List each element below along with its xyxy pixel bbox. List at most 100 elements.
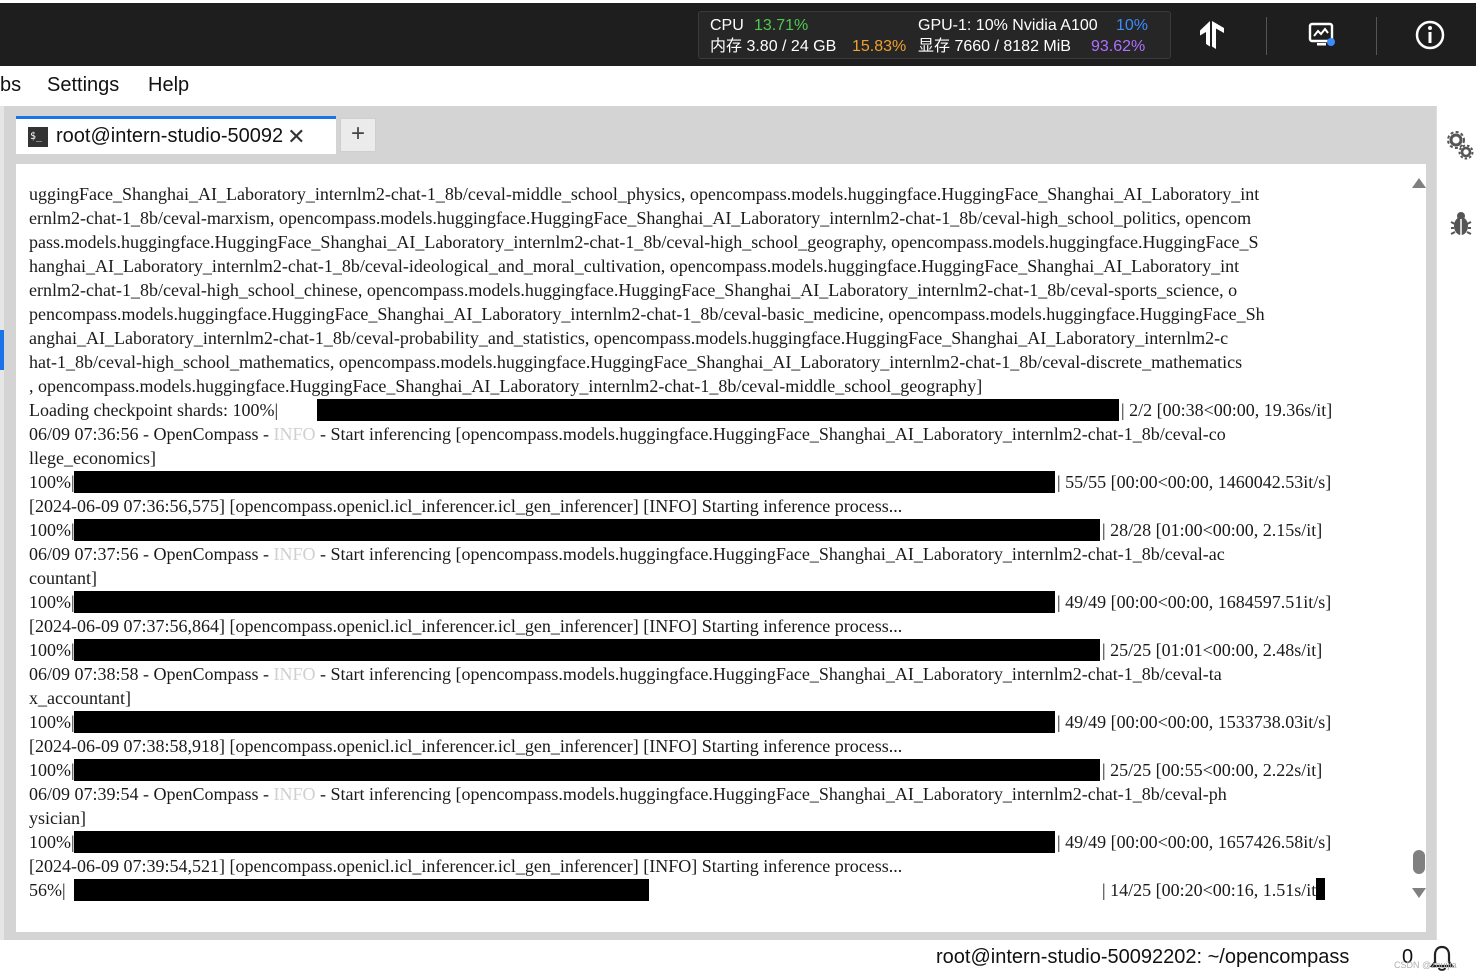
terminal-scrollbar[interactable] [1412, 178, 1428, 898]
tab-terminal[interactable]: $_ root@intern-studio-50092 ✕ [16, 116, 336, 154]
menu-item-tabs[interactable]: bs [0, 74, 21, 97]
progress-line: 100%| | 49/49 [00:00<00:00, 1533738.03it/… [29, 710, 1391, 734]
log-message: - Start inferencing [opencompass.models.… [315, 784, 1227, 804]
progress-stats-text: | 25/25 [00:55<00:00, 2.22s/it] [1102, 760, 1323, 780]
loading-progress-line: Loading checkpoint shards: 100%| | 2/2 [0… [29, 398, 1391, 422]
inference-log-line: [2024-06-09 07:37:56,864] [opencompass.o… [29, 616, 903, 636]
terminal-line: pass.models.huggingface.HuggingFace_Shan… [29, 232, 1259, 252]
debug-bug-icon[interactable] [1449, 210, 1473, 243]
progress-stats: | 28/28 [01:00<00:00, 2.15s/it] [1102, 518, 1322, 542]
progress-bar-fill [74, 519, 1100, 541]
start-inferencing-line: 06/09 07:37:56 - OpenCompass - INFO - St… [29, 542, 1391, 566]
terminal-line: uggingFace_Shanghai_AI_Laboratory_intern… [29, 184, 1260, 204]
cpu-value: 13.71% [754, 17, 809, 34]
progress-stats-text: | 49/49 [00:00<00:00, 1533738.03it/s] [1057, 712, 1332, 732]
memory-label: 内存 3.80 / 24 GB [710, 38, 837, 55]
terminal-line: llege_economics] [29, 448, 156, 468]
progress-bar-fill [74, 471, 1055, 493]
progress-stats: | 49/49 [00:00<00:00, 1684597.51it/s] [1057, 590, 1331, 614]
inference-log-line: [2024-06-09 07:38:58,918] [opencompass.o… [29, 736, 903, 756]
info-icon[interactable] [1412, 17, 1448, 53]
progress-stats-text: | 28/28 [01:00<00:00, 2.15s/it] [1102, 520, 1323, 540]
left-sidebar-strip [0, 106, 4, 940]
progress-line: 100%| | 25/25 [00:55<00:00, 2.22s/it] [29, 758, 1391, 782]
terminal-panel[interactable]: uggingFace_Shanghai_AI_Laboratory_intern… [16, 164, 1426, 932]
log-message: - Start inferencing [opencompass.models.… [315, 424, 1226, 444]
progress-line: 100%| | 28/28 [01:00<00:00, 2.15s/it] [29, 518, 1391, 542]
progress-bar-fill [317, 399, 1119, 421]
separator [1376, 17, 1377, 55]
gpu-label: GPU-1: 10% Nvidia A100 [918, 17, 1098, 34]
progress-stats: | 25/25 [01:01<00:00, 2.48s/it] [1102, 638, 1322, 662]
terminal-line: hat-1_8b/ceval-high_school_mathematics, … [29, 352, 1243, 372]
progress-stats: | 55/55 [00:00<00:00, 1460042.53it/s] [1057, 470, 1331, 494]
cpu-label: CPU [710, 17, 744, 34]
progress-bar-fill [74, 639, 1100, 661]
progress-percent: 56%| [29, 880, 66, 900]
scroll-thumb[interactable] [1413, 850, 1425, 874]
info-tag: INFO [273, 664, 316, 684]
tensorflow-icon[interactable] [1194, 17, 1230, 53]
menu-item-settings[interactable]: Settings [47, 74, 119, 97]
progress-stats-text: | 14/25 [00:20<00:16, 1.51s/it [1102, 880, 1317, 900]
progress-stats-text: | 49/49 [00:00<00:00, 1684597.51it/s] [1057, 592, 1332, 612]
progress-bar-fill [74, 759, 1100, 781]
log-prefix: 06/09 07:37:56 - OpenCompass - [29, 544, 274, 564]
info-tag: INFO [273, 424, 316, 444]
monitor-icon[interactable] [1304, 17, 1340, 53]
progress-line: 100%| | 55/55 [00:00<00:00, 1460042.53it/… [29, 470, 1391, 494]
watermark: CSDN @zhuijia [1394, 960, 1457, 970]
tab-label: root@intern-studio-50092 [56, 125, 284, 147]
close-icon[interactable]: ✕ [287, 124, 305, 150]
start-inferencing-line: 06/09 07:38:58 - OpenCompass - INFO - St… [29, 662, 1391, 686]
progress-line: 100%| | 49/49 [00:00<00:00, 1684597.51it/… [29, 590, 1391, 614]
progress-line: 100%| | 25/25 [01:01<00:00, 2.48s/it] [29, 638, 1391, 662]
inference-log-line: [2024-06-09 07:36:56,575] [opencompass.o… [29, 496, 903, 516]
progress-line: 100%| | 49/49 [00:00<00:00, 1657426.58it/… [29, 830, 1391, 854]
terminal-output: uggingFace_Shanghai_AI_Laboratory_intern… [29, 182, 1391, 902]
log-prefix: 06/09 07:38:58 - OpenCompass - [29, 664, 274, 684]
log-message: - Start inferencing [opencompass.models.… [315, 664, 1222, 684]
gpu-value: 10% [1116, 17, 1149, 34]
scroll-down-arrow-icon[interactable] [1412, 888, 1426, 898]
progress-percent: 100%| [29, 712, 75, 732]
memory-value: 15.83% [852, 38, 907, 55]
progress-bar-fill [74, 591, 1055, 613]
start-inferencing-line: 06/09 07:39:54 - OpenCompass - INFO - St… [29, 782, 1391, 806]
terminal-line: anghai_AI_Laboratory_internlm2-chat-1_8b… [29, 328, 1229, 348]
menu-bar: bs Settings Help [0, 66, 1476, 106]
progress-bar-fill [74, 711, 1055, 733]
progress-stats: | 2/2 [00:38<00:00, 19.36s/it] [1121, 398, 1332, 422]
menu-item-help[interactable]: Help [148, 74, 189, 97]
progress-percent: 100%| [29, 520, 75, 540]
terminal-line: , opencompass.models.huggingface.Hugging… [29, 376, 983, 396]
progress-stats: | 49/49 [00:00<00:00, 1657426.58it/s] [1057, 830, 1331, 854]
vram-value: 93.62% [1091, 38, 1146, 55]
separator [1266, 17, 1267, 55]
status-bar: root@intern-studio-50092202: ~/opencompa… [0, 940, 1476, 978]
status-path: root@intern-studio-50092202: ~/opencompa… [936, 946, 1350, 968]
scroll-up-arrow-icon[interactable] [1412, 178, 1426, 188]
vram-label: 显存 7660 / 8182 MiB [918, 38, 1071, 55]
top-status-bar: CPU 13.71% 内存 3.80 / 24 GB 15.83% GPU-1:… [0, 0, 1476, 66]
terminal-line: countant] [29, 568, 97, 588]
info-tag: INFO [273, 784, 316, 804]
add-tab-button[interactable]: + [340, 118, 376, 152]
settings-gears-icon[interactable] [1447, 130, 1475, 165]
terminal-line: ysician] [29, 808, 86, 828]
progress-stats-text: | 55/55 [00:00<00:00, 1460042.53it/s] [1057, 472, 1332, 492]
progress-percent: 100%| [29, 472, 75, 492]
log-prefix: 06/09 07:36:56 - OpenCompass - [29, 424, 274, 444]
progress-stats-text: | 49/49 [00:00<00:00, 1657426.58it/s] [1057, 832, 1332, 852]
terminal-line: pencompass.models.huggingface.HuggingFac… [29, 304, 1265, 324]
progress-percent: Loading checkpoint shards: 100%| [29, 400, 279, 420]
terminal-line: hanghai_AI_Laboratory_internlm2-chat-1_8… [29, 256, 1240, 276]
left-sidebar-active-indicator [0, 330, 4, 370]
progress-stats: | 14/25 [00:20<00:16, 1.51s/it [1102, 878, 1326, 902]
progress-percent: 100%| [29, 640, 75, 660]
terminal-line: ernlm2-chat-1_8b/ceval-marxism, opencomp… [29, 208, 1252, 228]
resource-stats-panel: CPU 13.71% 内存 3.80 / 24 GB 15.83% GPU-1:… [698, 11, 1171, 59]
progress-line: 56%| | 14/25 [00:20<00:16, 1.51s/it [29, 878, 1391, 902]
progress-stats-text: | 2/2 [00:38<00:00, 19.36s/it] [1121, 400, 1333, 420]
terminal-line: ernlm2-chat-1_8b/ceval-high_school_chine… [29, 280, 1238, 300]
